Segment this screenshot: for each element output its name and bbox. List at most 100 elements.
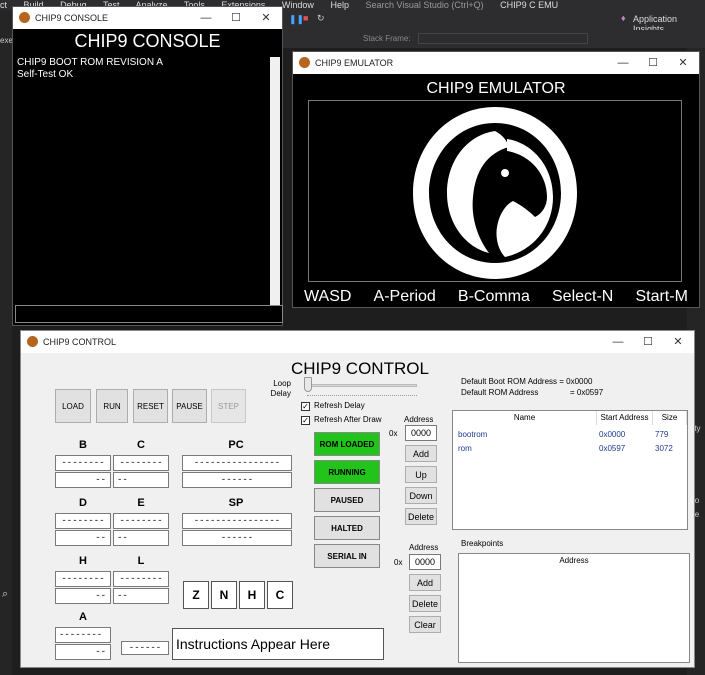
key-hint: B-Comma	[457, 288, 530, 305]
minimize-icon[interactable]: —	[609, 52, 637, 74]
close-icon[interactable]: ✕	[669, 52, 697, 74]
hex-prefix: 0x	[394, 558, 403, 567]
vs-debug-toolbar: ❚❚ ■ ↻ ♦ Application Insights	[283, 10, 705, 34]
menu-item[interactable]: ct	[0, 0, 7, 10]
register-a-binary: --------	[55, 627, 111, 643]
maximize-icon[interactable]: ☐	[639, 52, 667, 74]
stack-frame-label: Stack Frame:	[363, 34, 411, 43]
control-titlebar[interactable]: CHIP9 CONTROL — ☐ ✕	[21, 331, 694, 353]
register-label-c: C	[137, 439, 145, 451]
vs-left-panel: exe ⌕	[0, 10, 13, 675]
loop-delay-track[interactable]	[305, 384, 417, 387]
rom-up-button[interactable]: Up	[405, 466, 437, 483]
register-label-l: L	[137, 555, 145, 567]
register-label-pc: PC	[228, 439, 244, 451]
app-icon	[19, 12, 30, 23]
rom-down-button[interactable]: Down	[405, 487, 437, 504]
breakpoints-list[interactable]: Address	[458, 553, 690, 663]
emulator-titlebar[interactable]: CHIP9 EMULATOR — ☐ ✕	[293, 52, 699, 74]
console-input[interactable]	[15, 305, 283, 323]
control-heading: CHIP9 CONTROL	[291, 359, 429, 378]
stop-icon[interactable]: ■	[303, 13, 308, 23]
register-e-hex: --	[113, 530, 169, 546]
breakpoint-clear-button[interactable]: Clear	[409, 616, 441, 633]
window-title: CHIP9 CONTROL	[43, 337, 117, 347]
rom-add-button[interactable]: Add	[405, 445, 437, 462]
pause-icon[interactable]: ❚❚	[289, 14, 304, 25]
reset-button[interactable]: RESET	[133, 389, 168, 423]
console-output: CHIP9 BOOT ROM REVISION A Self-Test OK	[17, 57, 273, 307]
menu-item-window[interactable]: Window	[282, 0, 314, 10]
table-cell-start[interactable]: 0x0000	[599, 430, 625, 439]
breakpoint-add-button[interactable]: Add	[409, 574, 441, 591]
loop-delay-label: Loop Delay	[270, 379, 291, 398]
key-hint: Select-N	[552, 288, 614, 305]
emulator-screen[interactable]	[308, 100, 682, 282]
register-d-binary: --------	[55, 513, 111, 529]
column-header-size[interactable]: Size	[653, 411, 687, 425]
loop-delay-ticks	[307, 395, 417, 397]
register-label-e: E	[137, 497, 145, 509]
instructions-display: Instructions Appear Here	[172, 628, 384, 660]
maximize-icon[interactable]: ☐	[634, 331, 662, 353]
run-button[interactable]: RUN	[96, 389, 128, 423]
search-icon[interactable]: ⌕	[2, 588, 8, 601]
state-running: RUNNING	[314, 460, 380, 484]
refresh-after-draw-checkbox[interactable]: ✓	[301, 416, 310, 425]
register-label-h: H	[79, 555, 87, 567]
window-title: CHIP9 CONSOLE	[35, 13, 109, 23]
close-icon[interactable]: ✕	[664, 331, 692, 353]
register-pc-binary: ----------------	[182, 455, 292, 471]
minimize-icon[interactable]: —	[192, 7, 220, 29]
column-header-name[interactable]: Name	[453, 411, 597, 425]
control-window: CHIP9 CONTROL — ☐ ✕ CHIP9 CONTROL LOAD R…	[20, 330, 695, 668]
lightbulb-icon[interactable]: ♦	[621, 13, 626, 23]
table-cell-size[interactable]: 3072	[655, 444, 673, 453]
pause-button[interactable]: PAUSE	[172, 389, 207, 423]
register-label-b: B	[79, 439, 87, 451]
emulator-window: CHIP9 EMULATOR — ☐ ✕ CHIP9 EMULATOR WASD…	[292, 51, 700, 308]
key-hint: WASD	[304, 288, 352, 305]
register-h-binary: --------	[55, 571, 111, 587]
refresh-delay-checkbox[interactable]: ✓	[301, 402, 310, 411]
state-paused: PAUSED	[314, 488, 380, 512]
minimize-icon[interactable]: —	[604, 331, 632, 353]
rom-table[interactable]: Name Start Address Size bootrom 0x0000 7…	[452, 410, 688, 530]
breakpoint-address-input[interactable]: 0000	[409, 554, 441, 570]
step-button[interactable]: STEP	[211, 389, 246, 423]
app-icon	[299, 57, 310, 68]
console-titlebar[interactable]: CHIP9 CONSOLE — ☐ ✕	[13, 7, 282, 29]
console-window: CHIP9 CONSOLE — ☐ ✕ CHIP9 CONSOLE CHIP9 …	[12, 6, 283, 326]
register-h-hex: --	[55, 588, 111, 604]
table-cell-name[interactable]: bootrom	[458, 430, 487, 439]
table-cell-start[interactable]: 0x0597	[599, 444, 625, 453]
breakpoint-delete-button[interactable]: Delete	[409, 595, 441, 612]
default-rom-address-label: Default ROM Address	[461, 388, 539, 397]
console-line: Self-Test OK	[17, 69, 74, 80]
menu-item-help[interactable]: Help	[330, 0, 349, 10]
register-label-sp: SP	[228, 497, 244, 509]
flag-c: C	[267, 581, 293, 609]
maximize-icon[interactable]: ☐	[222, 7, 250, 29]
column-header-address[interactable]: Address	[459, 554, 689, 568]
vs-search-box[interactable]: Search Visual Studio (Ctrl+Q)	[365, 0, 483, 10]
key-legend: WASD A-Period B-Comma Select-N Start-M	[293, 288, 699, 306]
restart-icon[interactable]: ↻	[317, 13, 325, 24]
solution-name: CHIP9 C EMU	[500, 0, 559, 10]
loop-delay-thumb[interactable]	[304, 377, 312, 392]
stack-frame-dropdown[interactable]	[418, 33, 588, 44]
rom-address-input[interactable]: 0000	[405, 425, 437, 441]
table-cell-size[interactable]: 779	[655, 430, 668, 439]
close-icon[interactable]: ✕	[252, 7, 280, 29]
left-label: exe	[0, 36, 13, 45]
hex-prefix: 0x	[389, 429, 398, 438]
column-header-start-address[interactable]: Start Address	[597, 411, 653, 425]
state-serial-in: SERIAL IN	[314, 544, 380, 568]
rom-delete-button[interactable]: Delete	[405, 508, 437, 525]
register-label-a: A	[79, 611, 87, 623]
instruction-hex-box: ------	[121, 641, 169, 655]
rom-address-label: Address	[404, 415, 434, 424]
table-cell-name[interactable]: rom	[458, 444, 472, 453]
console-scrollbar[interactable]	[270, 57, 280, 309]
load-button[interactable]: LOAD	[55, 389, 91, 423]
